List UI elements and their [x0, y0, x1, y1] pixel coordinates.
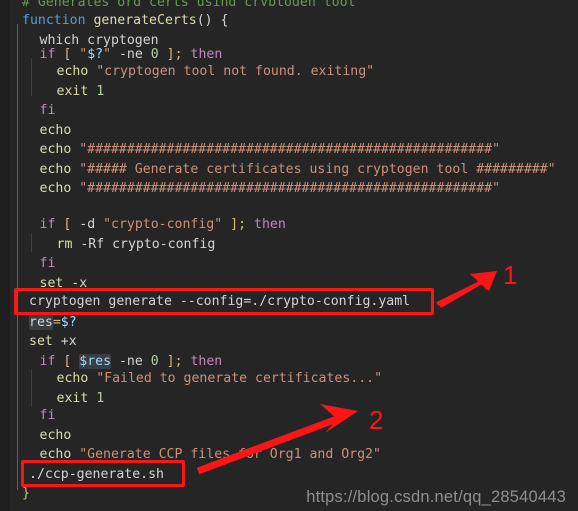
- code-token: res: [29, 314, 53, 330]
- code-line-22[interactable]: fi: [0, 406, 56, 426]
- code-token: echo: [39, 122, 72, 138]
- code-line-24[interactable]: echo "Generate CCP files for Org1 and Or…: [0, 445, 381, 465]
- code-token: ": [79, 47, 88, 62]
- watermark-url: https://blog.csdn.net/qq_28540443: [306, 488, 566, 506]
- code-line-1[interactable]: function generateCerts() {: [0, 11, 228, 31]
- code-token: $?: [87, 47, 104, 62]
- code-token: rm: [56, 236, 73, 252]
- code-token: =: [52, 314, 61, 330]
- code-token: if: [39, 217, 56, 232]
- code-token: ]: [166, 47, 175, 62]
- code-line-25[interactable]: ./ccp-generate.sh: [0, 465, 164, 485]
- code-line-8[interactable]: echo "##################################…: [0, 140, 501, 160]
- code-line-15[interactable]: set -x: [0, 274, 88, 294]
- code-token: "crypto-config": [103, 217, 223, 232]
- code-token: 0: [150, 47, 159, 62]
- code-line-13[interactable]: rm -Rf crypto-config: [0, 235, 216, 255]
- code-token: echo: [56, 64, 89, 79]
- code-token: +x: [52, 334, 77, 349]
- code-line-18[interactable]: set +x: [0, 332, 77, 352]
- code-token: if: [39, 47, 56, 62]
- code-token: fi: [39, 408, 56, 423]
- callout-number-1: 1: [503, 260, 518, 290]
- code-token: then: [190, 353, 223, 369]
- code-token: function: [22, 13, 86, 28]
- code-line-12[interactable]: if [ -d "crypto-config" ]; then: [0, 215, 286, 235]
- code-token: ;: [174, 47, 183, 62]
- code-token: 0: [150, 353, 159, 369]
- code-line-7[interactable]: echo: [0, 121, 72, 141]
- code-token: ]: [166, 353, 175, 369]
- code-token: "Generate CCP files for Org1 and Org2": [79, 447, 381, 462]
- code-token: -ne: [111, 47, 151, 62]
- code-token: "Failed to generate certificates...": [96, 371, 383, 386]
- code-line-6[interactable]: fi: [0, 101, 56, 121]
- code-token: generateCerts: [93, 13, 197, 28]
- code-token: ]: [230, 217, 239, 232]
- code-token: then: [254, 217, 286, 232]
- code-token: 1: [96, 390, 105, 406]
- code-token: fi: [39, 256, 56, 271]
- code-token: ": [103, 47, 112, 62]
- code-token: ;: [174, 353, 183, 369]
- code-token: }: [22, 486, 30, 501]
- code-token: exit: [56, 390, 89, 406]
- code-token: set: [39, 275, 64, 291]
- code-line-16[interactable]: cryptogen generate --config=./crypto-con…: [0, 292, 410, 312]
- code-token: echo: [39, 427, 72, 443]
- code-token: echo: [39, 447, 72, 462]
- code-token: echo: [39, 161, 72, 177]
- code-token: -ne: [111, 353, 151, 369]
- code-token: exit: [56, 83, 89, 99]
- callout-number-2: 2: [369, 405, 384, 435]
- code-line-10[interactable]: echo "##################################…: [0, 179, 501, 199]
- code-token: "cryptogen tool not found. exiting": [96, 64, 375, 79]
- code-token: -Rf crypto-config: [72, 236, 216, 252]
- code-token: # Generates org certs using cryptogen to…: [22, 0, 355, 6]
- code-token: echo: [39, 142, 72, 157]
- code-token: cryptogen generate --config=./crypto-con…: [29, 294, 411, 309]
- code-line-26[interactable]: }: [0, 484, 30, 504]
- code-line-4[interactable]: echo "cryptogen tool not found. exiting": [0, 62, 375, 82]
- code-token: echo: [39, 181, 72, 196]
- code-line-14[interactable]: fi: [0, 254, 56, 274]
- code-editor[interactable]: # Generates org certs using cryptogen to…: [0, 0, 578, 511]
- code-token: then: [190, 47, 223, 62]
- code-token: "##### Generate certificates using crypt…: [79, 161, 556, 177]
- code-token: ;: [238, 217, 247, 232]
- code-token: $res: [79, 353, 112, 369]
- code-line-0[interactable]: # Generates org certs using cryptogen to…: [0, 0, 355, 6]
- truncated-comment-row: # Generates org certs using cryptogen to…: [0, 0, 578, 6]
- code-token: echo: [56, 371, 89, 386]
- code-line-9[interactable]: echo "##### Generate certificates using …: [0, 160, 556, 180]
- code-token: ./ccp-generate.sh: [29, 466, 164, 482]
- code-token: () {: [196, 13, 229, 28]
- code-token: "#######################################…: [79, 181, 501, 196]
- code-token: fi: [39, 103, 56, 118]
- code-token: -x: [63, 275, 88, 291]
- code-token: 1: [96, 83, 105, 99]
- code-token: "#######################################…: [79, 142, 501, 157]
- code-line-17[interactable]: res=$?: [0, 313, 77, 333]
- code-token: set: [29, 334, 53, 349]
- code-token: -d: [79, 217, 96, 232]
- code-token: $?: [60, 314, 77, 330]
- code-token: if: [39, 353, 56, 369]
- code-line-23[interactable]: echo: [0, 426, 72, 446]
- code-line-20[interactable]: echo "Failed to generate certificates...…: [0, 369, 383, 389]
- code-line-5[interactable]: exit 1: [0, 82, 105, 102]
